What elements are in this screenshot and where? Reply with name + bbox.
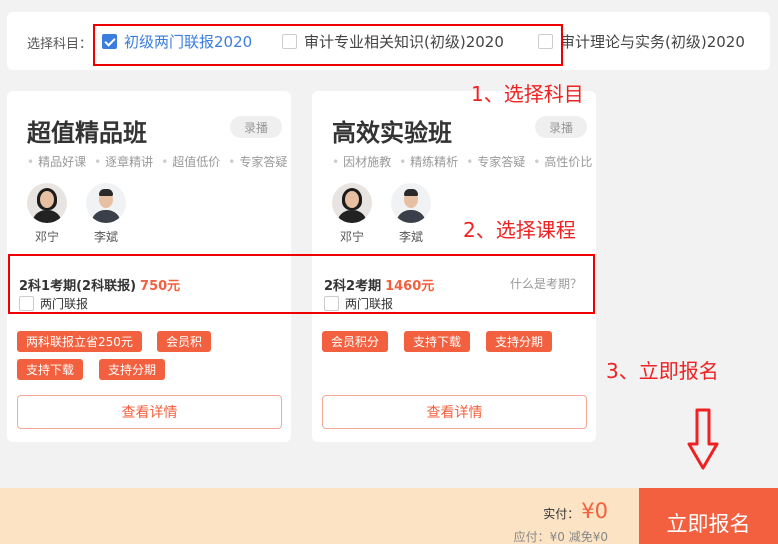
teacher-name: 李斌 <box>93 230 118 244</box>
avatar <box>27 183 67 223</box>
subject-option-label: 审计理论与实务(初级)2020 <box>560 33 745 51</box>
feature-item: 逐章精讲 <box>94 153 153 170</box>
teacher-name: 邓宁 <box>339 230 364 244</box>
paid-amount: 实付： ¥0 <box>543 499 608 523</box>
paid-label: 实付： <box>543 507 580 521</box>
teacher-li[interactable]: 李斌 <box>84 183 128 245</box>
avatar <box>391 183 431 223</box>
subject-option-audit-theory[interactable]: 审计理论与实务(初级)2020 <box>538 31 745 52</box>
download-tag: 支持下载 <box>17 359 84 380</box>
course-features: 因材施教 精练精析 专家答疑 高性价比 <box>332 153 592 170</box>
subject-label: 选择科目： <box>27 37 93 52</box>
teacher-li[interactable]: 李斌 <box>389 183 433 245</box>
highlight-box-subjects <box>93 24 563 66</box>
feature-item: 专家答疑 <box>228 153 287 170</box>
course-title: 高效实验班 <box>332 119 452 147</box>
view-details-button[interactable]: 查看详情 <box>17 395 282 429</box>
highlight-box-courses <box>8 254 595 314</box>
teacher-deng[interactable]: 邓宁 <box>25 183 69 245</box>
feature-item: 专家答疑 <box>466 153 525 170</box>
teacher-name: 邓宁 <box>34 230 59 244</box>
view-details-button[interactable]: 查看详情 <box>322 395 587 429</box>
teacher-deng[interactable]: 邓宁 <box>330 183 374 245</box>
paid-value: ¥0 <box>581 499 608 523</box>
avatar <box>332 183 372 223</box>
download-tag: 支持下载 <box>404 331 471 352</box>
installment-tag: 支持分期 <box>486 331 553 352</box>
arrow-down-icon <box>687 408 719 470</box>
annotation-step3: 3、立即报名 <box>606 359 719 383</box>
teacher-name: 李斌 <box>398 230 423 244</box>
checkout-bar: 实付： ¥0 应付：¥0 减免¥0 立即报名 <box>0 488 778 544</box>
feature-item: 高性价比 <box>533 153 592 170</box>
promo-tag: 两科联报立省250元 <box>17 331 142 352</box>
feature-item: 因材施教 <box>332 153 391 170</box>
signup-button[interactable]: 立即报名 <box>639 488 778 544</box>
annotation-step1: 1、选择科目 <box>471 82 584 106</box>
member-points-tag: 会员积 <box>157 331 212 352</box>
avatar <box>86 183 126 223</box>
recorded-badge: 录播 <box>535 116 587 138</box>
payable-summary: 应付：¥0 减免¥0 <box>513 530 608 544</box>
feature-item: 精练精析 <box>399 153 458 170</box>
installment-tag: 支持分期 <box>99 359 166 380</box>
recorded-badge: 录播 <box>230 116 282 138</box>
feature-item: 超值低价 <box>161 153 220 170</box>
annotation-step2: 2、选择课程 <box>463 218 576 242</box>
course-title: 超值精品班 <box>27 119 147 147</box>
course-features: 精品好课 逐章精讲 超值低价 专家答疑 <box>27 153 287 170</box>
feature-item: 精品好课 <box>27 153 86 170</box>
member-points-tag: 会员积分 <box>322 331 389 352</box>
